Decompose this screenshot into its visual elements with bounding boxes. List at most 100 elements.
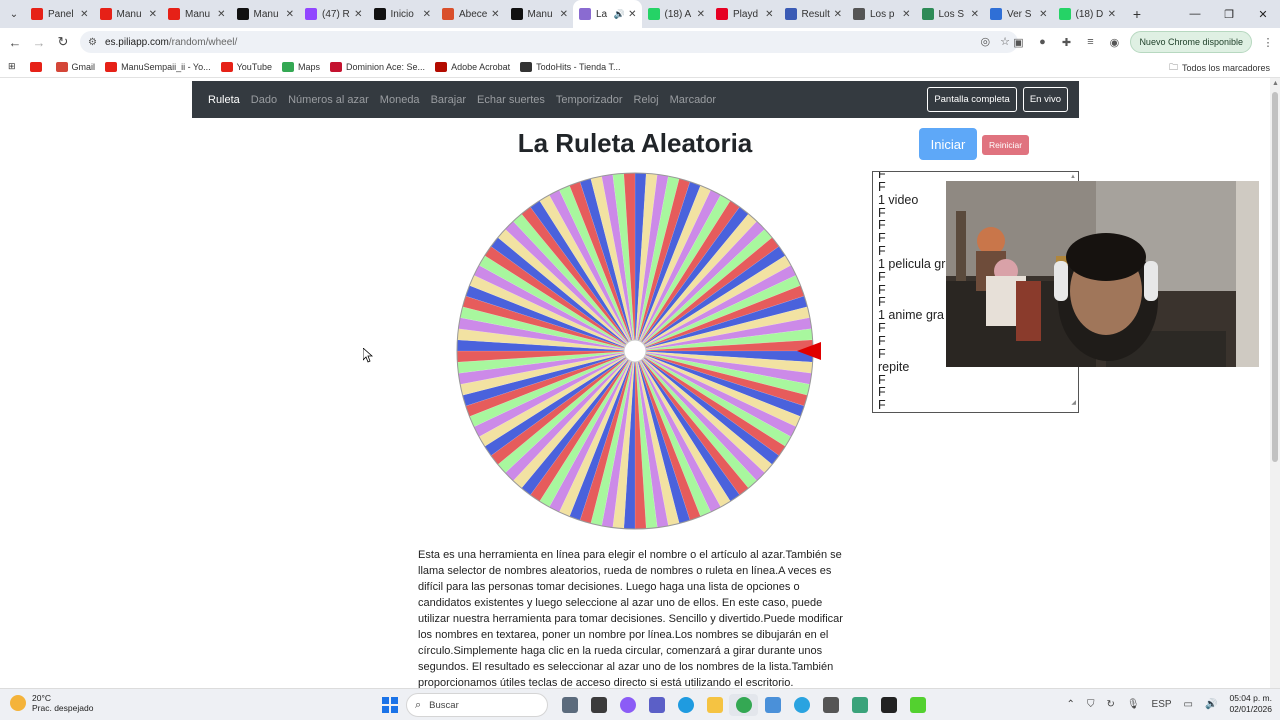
weather-widget[interactable]: 20°C Prac. despejado [10,693,93,713]
close-tab-icon[interactable]: ✕ [217,9,225,20]
tray-network-icon[interactable]: ▭ [1184,699,1193,710]
media-control-icon[interactable]: ≡ [1078,30,1102,54]
fullscreen-button[interactable]: Pantalla completa [927,87,1017,112]
scroll-up-icon[interactable]: ▲ [1070,174,1076,180]
bookmark-item[interactable]: YouTube [220,61,272,72]
start-button[interactable]: Iniciar [919,128,977,160]
wheel-svg[interactable] [455,171,815,531]
bookmark-item[interactable]: Maps [282,61,320,72]
taskbar-app-android-icon[interactable] [874,694,903,716]
close-tab-icon[interactable]: ✕ [286,9,294,20]
tab[interactable]: Los p ✕ [847,0,916,28]
tab-search-icon[interactable]: ⌄ [3,3,25,25]
wheel[interactable] [455,171,815,531]
close-tab-icon[interactable]: ✕ [354,9,362,20]
back-icon[interactable]: ← [3,30,27,54]
eye-off-icon[interactable]: ◎ [981,35,991,48]
close-tab-icon[interactable]: ✕ [149,9,157,20]
close-tab-icon[interactable]: ✕ [491,9,499,20]
tab[interactable]: Inicio ✕ [368,0,437,28]
apps-grid-icon[interactable]: ⊞ [8,61,16,72]
page-scrollbar[interactable]: ▲ [1270,78,1280,688]
close-tab-icon[interactable]: ✕ [834,9,842,20]
extension-icon[interactable]: ▣ [1006,30,1030,54]
site-info-icon[interactable]: ⚙ [88,37,97,48]
close-tab-icon[interactable]: ✕ [628,9,636,20]
extension-blue-icon[interactable]: ● [1030,30,1054,54]
tab[interactable]: (47) R ✕ [299,0,368,28]
reload-icon[interactable]: ↻ [51,30,75,54]
tab[interactable]: Panel ✕ [25,0,94,28]
close-tab-icon[interactable]: ✕ [1108,9,1116,20]
tray-lang[interactable]: ESP [1152,699,1172,710]
taskbar-app-chrome-icon[interactable] [729,694,758,716]
bookmark-item[interactable]: Gmail [55,61,95,72]
chrome-update-button[interactable]: Nuevo Chrome disponible [1130,31,1252,53]
site-nav-link[interactable]: Moneda [380,94,420,106]
taskbar-app-files-icon[interactable] [700,694,729,716]
extensions-puzzle-icon[interactable]: ✚ [1054,30,1078,54]
site-nav-link[interactable]: Echar suertes [477,94,545,106]
taskbar-app-telegram-icon[interactable] [787,694,816,716]
avatar[interactable]: ◉ [1102,30,1126,54]
bookmark-item[interactable]: TodoHits - Tienda T... [520,61,620,72]
site-nav-link[interactable]: Dado [251,94,277,106]
tab[interactable]: Los S ✕ [916,0,985,28]
taskbar-app-kick-icon[interactable] [903,694,932,716]
tab[interactable]: Manu ✕ [505,0,574,28]
close-tab-icon[interactable]: ✕ [697,9,705,20]
scroll-thumb[interactable] [1272,92,1278,462]
address-bar[interactable]: ⚙ es.piliapp.com/random/wheel/ ◎ ☆ [80,31,1018,53]
taskbar-app-copilot-icon[interactable] [613,694,642,716]
close-tab-icon[interactable]: ✕ [423,9,431,20]
scroll-up-arrow-icon[interactable]: ▲ [1272,80,1279,87]
site-nav-link[interactable]: Números al azar [288,94,369,106]
forward-icon[interactable]: → [27,30,51,54]
windows-start-icon[interactable] [382,697,398,713]
speaker-icon[interactable]: 🔊 [614,9,625,20]
site-nav-link[interactable]: Ruleta [208,94,240,106]
tab[interactable]: Manu ✕ [162,0,231,28]
taskbar-app-edge-icon[interactable] [671,694,700,716]
close-tab-icon[interactable]: ✕ [560,9,568,20]
live-button[interactable]: En vivo [1022,87,1068,112]
tab[interactable]: Manu ✕ [94,0,163,28]
more-menu-icon[interactable]: ⋮ [1256,30,1280,54]
close-tab-icon[interactable]: ✕ [1039,9,1047,20]
tray-mic-icon[interactable]: 🎙 [1127,699,1140,710]
taskbar-clock[interactable]: 05:04 p. m. 02/01/2026 [1229,693,1272,715]
taskbar-app-explorer-view-icon[interactable] [555,694,584,716]
close-tab-icon[interactable]: ✕ [765,9,773,20]
site-nav-link[interactable]: Marcador [670,94,716,106]
tab[interactable]: (18) A ✕ [642,0,711,28]
site-nav-link[interactable]: Temporizador [556,94,623,106]
tab[interactable]: Abece ✕ [436,0,505,28]
tab[interactable]: Manu ✕ [231,0,300,28]
reset-button[interactable]: Reiniciar [982,135,1029,155]
taskbar-app-notes-icon[interactable] [584,694,613,716]
bookmark-item[interactable]: Dominion Ace: Se... [330,61,425,72]
close-tab-icon[interactable]: ✕ [902,9,910,20]
taskbar-app-teams-icon[interactable] [642,694,671,716]
tray-volume-icon[interactable]: 🔊 [1205,699,1217,710]
bookmark-item[interactable]: ManuSempaii_ii - Yo... [105,61,211,72]
all-bookmarks[interactable]: 🗀 Todos los marcadores [1169,60,1270,76]
maximize-icon[interactable]: ❐ [1212,0,1246,28]
tab[interactable]: La 🔊 ✕ [573,0,642,28]
close-window-icon[interactable]: ✕ [1246,0,1280,28]
tray-chevron-icon[interactable]: ⌃ [1067,699,1075,710]
tab[interactable]: (18) D ✕ [1053,0,1122,28]
bookmark-item[interactable] [29,61,46,72]
taskbar-app-settings-icon[interactable] [845,694,874,716]
bookmark-item[interactable]: Adobe Acrobat [435,61,510,72]
taskbar-app-tool-icon[interactable] [816,694,845,716]
tray-sync-icon[interactable]: ↻ [1106,699,1114,710]
tab[interactable]: Result ✕ [779,0,848,28]
new-tab-button[interactable]: + [1125,6,1149,22]
close-tab-icon[interactable]: ✕ [80,9,88,20]
taskbar-search[interactable]: ⌕ Buscar [406,693,548,717]
taskbar-app-notepad-icon[interactable] [758,694,787,716]
site-nav-link[interactable]: Reloj [634,94,659,106]
resize-handle-icon[interactable]: ◢ [1071,399,1076,406]
tray-security-icon[interactable]: ⛉ [1087,699,1095,710]
